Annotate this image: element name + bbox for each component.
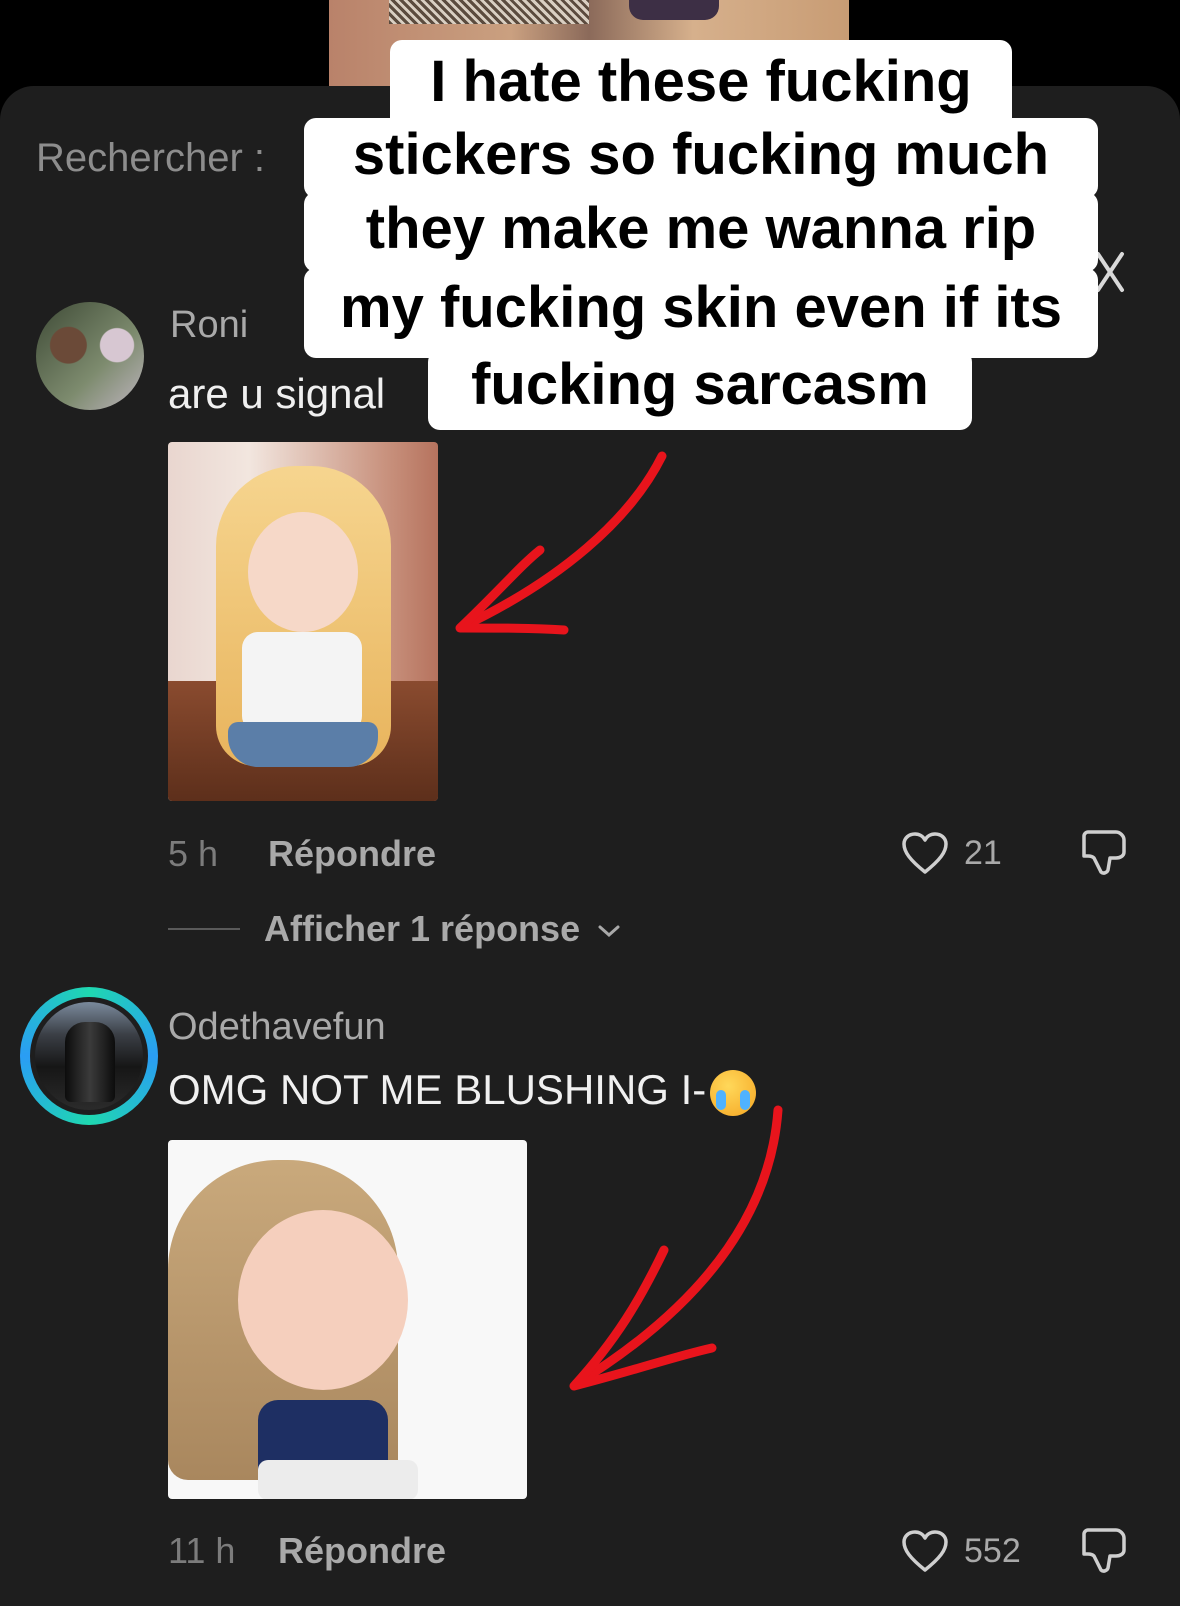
reply-button[interactable]: Répondre (268, 833, 436, 875)
view-replies-label: Afficher 1 réponse (264, 908, 581, 949)
sticker-face (248, 512, 358, 632)
caption-line: I hate these fucking (390, 40, 1012, 130)
like-count: 552 (964, 1532, 1021, 1570)
dislike-icon[interactable] (1078, 826, 1130, 878)
comment-username[interactable]: Odethavefun (168, 1006, 386, 1049)
avatar[interactable] (36, 302, 144, 410)
comment-sticker[interactable] (168, 1140, 527, 1499)
sticker-face (238, 1210, 408, 1390)
caption-line: my fucking skin even if its (304, 268, 1098, 358)
replies-divider (168, 928, 240, 930)
heart-icon[interactable] (900, 830, 950, 876)
search-label[interactable]: Rechercher : (36, 136, 265, 181)
annotation-arrow (569, 1105, 783, 1391)
annotation-arrow (455, 451, 667, 635)
sticker-skirt (228, 722, 378, 767)
dislike-icon[interactable] (1078, 1524, 1130, 1576)
comment-username[interactable]: Roni (170, 304, 248, 344)
comment-time: 11 h (168, 1530, 236, 1571)
view-replies-button[interactable]: Afficher 1 réponse (264, 908, 622, 950)
like-count: 21 (964, 834, 1002, 872)
caption-line: stickers so fucking much (304, 118, 1098, 198)
comment-text-value: are u signal (168, 370, 386, 417)
heart-icon[interactable] (900, 1528, 950, 1574)
video-pattern (389, 0, 589, 24)
comment-time: 5 h (168, 833, 219, 874)
video-boot (629, 0, 719, 20)
sticker-shirt (242, 632, 362, 732)
reply-button[interactable]: Répondre (278, 1530, 446, 1572)
avatar[interactable] (30, 997, 148, 1115)
caption-line: fucking sarcasm (428, 350, 972, 430)
sticker-skirt (258, 1460, 418, 1499)
comment-text: are u signal (168, 370, 385, 418)
caption-line: they make me wanna rip (304, 192, 1098, 272)
chevron-down-icon (598, 925, 620, 938)
avatar-figure (65, 1022, 115, 1102)
comment-sticker[interactable] (168, 442, 438, 801)
